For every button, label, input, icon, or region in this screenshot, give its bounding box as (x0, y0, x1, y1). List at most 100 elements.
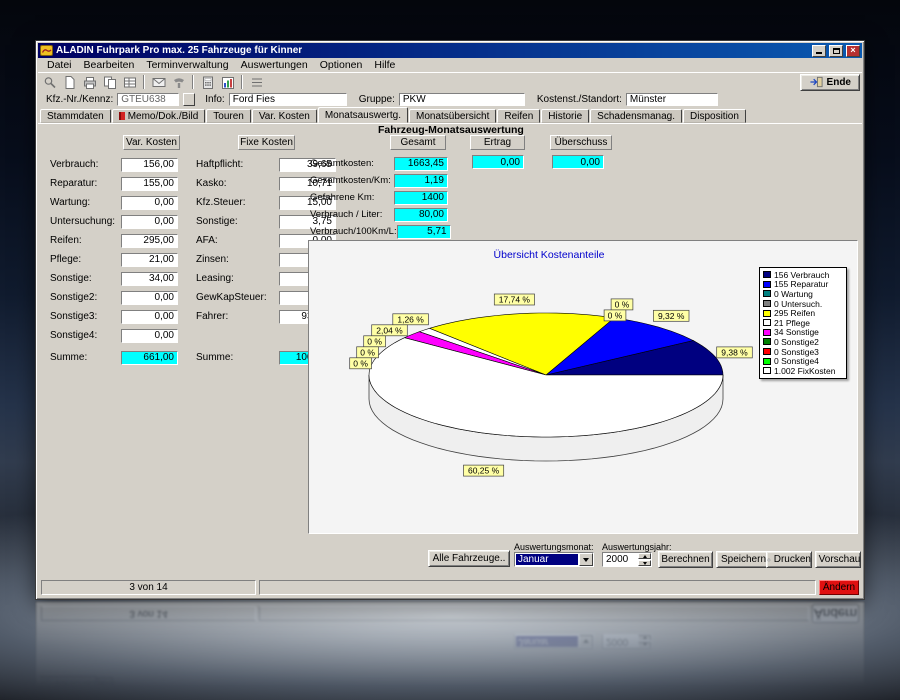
list-icon[interactable] (247, 74, 266, 91)
ueberschuss-field[interactable]: 0,00 (552, 155, 604, 169)
legend-label: 155 Reparatur (774, 279, 829, 290)
print-icon[interactable] (80, 74, 99, 91)
cost-label: Sonstige2: (50, 292, 98, 303)
copy-icon[interactable] (100, 74, 119, 91)
gruppe-field[interactable]: PKW (398, 92, 525, 106)
cost-label: Kfz.Steuer: (196, 197, 246, 208)
svg-text:2,04 %: 2,04 % (376, 325, 403, 335)
tab-memo-dok-bild[interactable]: Memo/Dok./Bild (111, 109, 206, 123)
tab-disposition[interactable]: Disposition (683, 109, 746, 123)
cost-value-field[interactable]: 155,00 (121, 176, 178, 191)
auswertungsmonat-select[interactable]: Januar (514, 552, 594, 567)
menu-item[interactable]: Auswertungen (235, 59, 314, 71)
titlebar[interactable]: ALADIN Fuhrpark Pro max. 25 Fahrzeuge fü… (38, 43, 862, 58)
svg-text:9,38 %: 9,38 % (721, 347, 748, 357)
menu-item[interactable]: Hilfe (368, 59, 401, 71)
dropdown-arrow-button[interactable] (579, 553, 593, 566)
svg-text:17,74 %: 17,74 % (499, 295, 531, 305)
drucken-button[interactable]: Drucken (766, 551, 812, 568)
gesamt-value-field[interactable]: 1663,45 (394, 156, 448, 171)
cost-value-field[interactable]: 0,00 (121, 195, 178, 210)
gesamt-row: Gesamtkosten/Km: 1,19 (310, 172, 448, 189)
tab-historie[interactable]: Historie (541, 109, 590, 123)
ende-button[interactable]: Ende (799, 73, 860, 91)
record-indicator: 3 von 14 (41, 579, 256, 595)
phone-icon[interactable] (169, 74, 188, 91)
gesamt-value-field[interactable]: 1,19 (394, 173, 448, 188)
cost-value-field[interactable]: 295,00 (121, 233, 178, 248)
svg-text:1,26 %: 1,26 % (397, 314, 424, 324)
tab-monatsauswertg-[interactable]: Monatsauswertg. (317, 107, 408, 123)
tab-label: Disposition (690, 110, 739, 122)
tab-stammdaten[interactable]: Stammdaten (40, 109, 111, 123)
grid-icon[interactable] (120, 74, 139, 91)
berechnen-button[interactable]: Berechnen (658, 551, 713, 568)
cost-value-field[interactable]: 0,00 (121, 214, 178, 229)
ertrag-field[interactable]: 0,00 (472, 155, 524, 169)
tab-touren[interactable]: Touren (206, 109, 251, 123)
gesamt-value-field[interactable]: 80,00 (394, 207, 448, 222)
minimize-button[interactable] (812, 44, 826, 57)
spin-down-button[interactable] (638, 560, 651, 566)
maximize-button[interactable] (829, 44, 843, 57)
gesamt-value-field[interactable]: 5,71 (396, 224, 451, 239)
toolbar-separator (241, 75, 243, 89)
fixe-kosten-caption: Fixe Kosten (238, 135, 295, 150)
cost-value-field[interactable]: 34,00 (121, 271, 178, 286)
selected-month: Januar (516, 554, 578, 565)
cost-row: Sonstige3: 0,00 (50, 307, 178, 326)
alle-fahrzeuge-button[interactable]: Alle Fahrzeuge.. (428, 550, 510, 567)
menu-item[interactable]: Terminverwaltung (140, 59, 234, 71)
vorschau-button[interactable]: Vorschau (815, 551, 861, 568)
info-label: Info: (205, 93, 225, 105)
var-summe-field[interactable]: 661,00 (121, 350, 178, 365)
auswertungsjahr-spinner[interactable]: 2000 (602, 552, 652, 567)
new-document-icon[interactable] (60, 74, 79, 91)
toolbar-separator (143, 75, 145, 89)
cost-value-field[interactable]: 156,00 (121, 157, 178, 172)
spin-up-button[interactable] (638, 553, 651, 559)
mail-icon[interactable] (149, 74, 168, 91)
aendern-button[interactable]: Ändern (819, 579, 859, 595)
chart-icon[interactable] (218, 74, 237, 91)
menu-item[interactable]: Optionen (314, 59, 369, 71)
legend-item: 0 Sonstige2 (763, 337, 843, 347)
cost-value-field[interactable]: 0,00 (121, 328, 178, 343)
info-field[interactable]: Ford Fies (228, 92, 347, 106)
window-reflection: ALADIN Fuhrpark Pro max. 25 Fahrzeuge fü… (35, 601, 865, 699)
kfz-kennzeichen-field[interactable]: GTEU638 (117, 92, 180, 106)
close-button[interactable] (846, 44, 860, 57)
cost-value-field[interactable]: 0,00 (121, 290, 178, 305)
kostenstelle-field[interactable]: Münster (625, 92, 718, 106)
desktop-background: ALADIN Fuhrpark Pro max. 25 Fahrzeuge fü… (0, 0, 900, 700)
tab-label: Memo/Dok./Bild (127, 110, 199, 122)
tab-var-kosten[interactable]: Var. Kosten (251, 109, 317, 123)
cost-value-field[interactable]: 21,00 (121, 252, 178, 267)
kfz-lookup-button[interactable] (183, 92, 196, 106)
gruppe-label: Gruppe: (358, 93, 395, 105)
menu-item[interactable]: Bearbeiten (78, 59, 141, 71)
menu-item[interactable]: Datei (41, 59, 78, 71)
legend-label: 0 Wartung (774, 288, 813, 299)
svg-text:60,25 %: 60,25 % (468, 466, 500, 476)
toolbar-separator (192, 75, 194, 89)
tab-reifen[interactable]: Reifen (497, 109, 541, 123)
cost-label: Sonstige3: (50, 311, 98, 322)
search-icon[interactable] (40, 74, 59, 91)
tab-monatsübersicht[interactable]: Monatsübersicht (408, 109, 497, 123)
window-title: ALADIN Fuhrpark Pro max. 25 Fahrzeuge fü… (56, 45, 303, 56)
tab-schadensmanag-[interactable]: Schadensmanag. (590, 109, 683, 123)
cost-label: Sonstige: (196, 216, 238, 227)
var-kosten-table: Verbrauch: 156,00 Reparatur: 155,00 Wart… (50, 155, 178, 345)
cost-row: Sonstige2: 0,00 (50, 288, 178, 307)
vorschau-label: Vorschau (818, 554, 861, 565)
gesamt-value-field[interactable]: 1400 (394, 190, 448, 205)
cost-label: Pflege: (50, 254, 82, 265)
gesamt-row: Gesamtkosten: 1663,45 (310, 155, 448, 172)
chevron-down-icon (642, 561, 647, 565)
gesamt-label: Verbrauch / Liter: (310, 209, 383, 220)
speichern-button[interactable]: Speichern (716, 551, 771, 568)
summe-label: Summe: (196, 352, 234, 363)
cost-value-field[interactable]: 0,00 (121, 309, 178, 324)
calculator-icon[interactable] (198, 74, 217, 91)
